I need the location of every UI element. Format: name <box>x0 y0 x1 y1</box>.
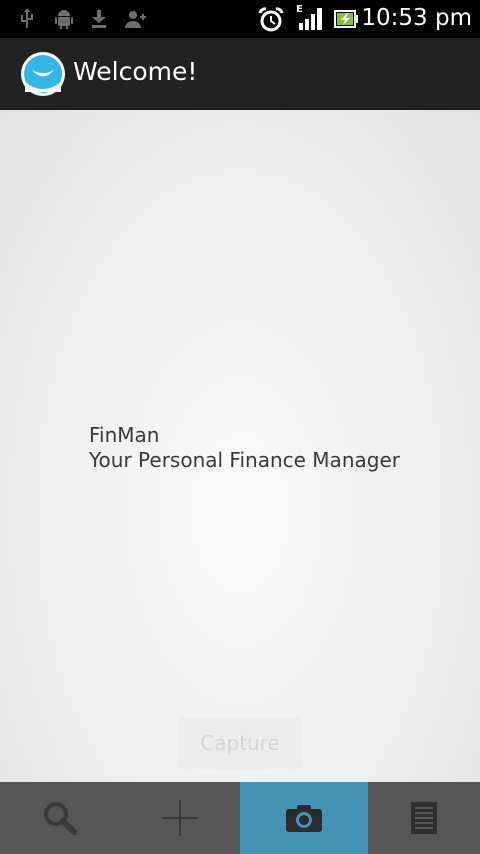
app-name: FinMan <box>89 423 160 447</box>
download-icon <box>92 10 106 28</box>
search-icon <box>44 802 77 835</box>
clock-time: 10:53 pm <box>361 5 472 31</box>
tab-reports[interactable] <box>368 782 480 854</box>
tab-search[interactable] <box>0 782 120 854</box>
tab-camera[interactable] <box>240 782 368 854</box>
alarm-icon <box>258 7 284 32</box>
main-content: FinMan Your Personal Finance Manager Cap… <box>0 110 480 782</box>
add-contact-icon <box>125 11 146 28</box>
page-title: Welcome! <box>73 57 198 86</box>
battery-charging-icon <box>334 10 358 28</box>
app-subtitle: Your Personal Finance Manager <box>89 448 400 472</box>
android-debug-icon <box>55 10 73 29</box>
bottom-tab-bar <box>0 782 480 854</box>
status-bar: E 10:53 pm <box>0 0 480 38</box>
tab-add[interactable] <box>120 782 240 854</box>
capture-button[interactable]: Capture <box>179 717 301 769</box>
action-bar: Welcome! <box>0 38 480 110</box>
finman-logo-icon[interactable] <box>21 52 65 96</box>
add-icon <box>162 800 198 836</box>
usb-icon <box>21 8 33 28</box>
camera-icon <box>286 805 322 832</box>
signal-icon <box>299 8 322 30</box>
app-tagline: FinMan Your Personal Finance Manager <box>89 423 400 473</box>
document-icon <box>411 802 437 834</box>
